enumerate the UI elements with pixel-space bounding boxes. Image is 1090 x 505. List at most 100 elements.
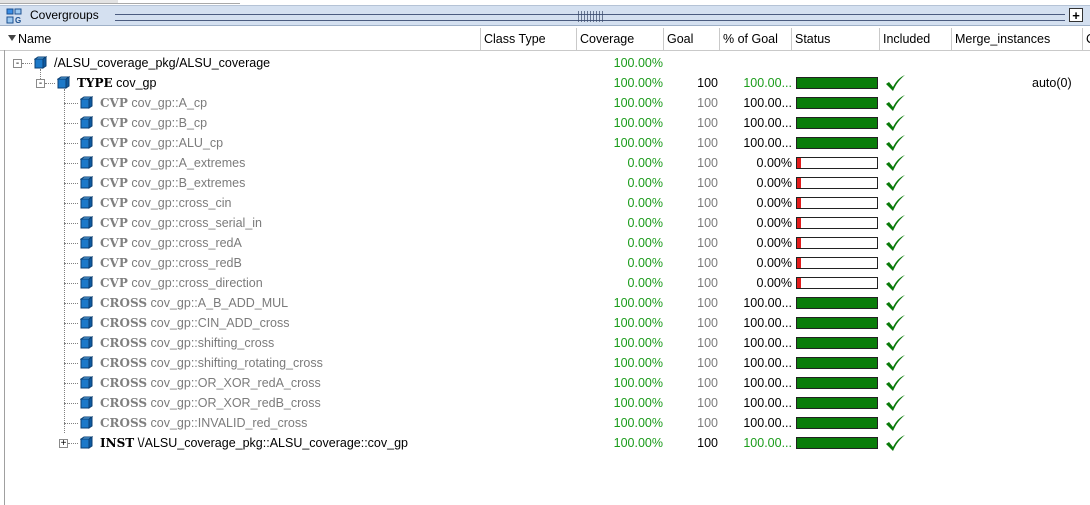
pct-of-goal-value: 100.00...: [743, 396, 792, 410]
tree-row-item[interactable]: CROSS cov_gp::shifting_cross 100.00% 100 10…: [0, 333, 1090, 353]
status-bar: [796, 137, 878, 149]
tree-row-item[interactable]: CVP cov_gp::cross_redB 0.00% 100 0.00%: [0, 253, 1090, 273]
status-bar: [796, 417, 878, 429]
tree-connector: [64, 183, 78, 185]
item-name: cov_gp::A_B_ADD_MUL: [150, 296, 289, 310]
coverage-item-icon: [33, 56, 48, 69]
status-bar-fill: [797, 198, 801, 208]
tree-connector: [64, 303, 78, 305]
coverage-value: 0.00%: [627, 236, 663, 250]
tree-row-item[interactable]: CVP cov_gp::B_cp 100.00% 100 100.00...: [0, 113, 1090, 133]
tree-row-item[interactable]: CVP cov_gp::cross_serial_in 0.00% 100 0.00%: [0, 213, 1090, 233]
column-header-coverage[interactable]: Coverage: [577, 28, 664, 50]
tree-connector: [64, 223, 78, 225]
status-bar: [796, 77, 878, 89]
tree-row-type[interactable]: - TYPE cov_gp 100.00% 100 100.00... auto(0): [0, 73, 1090, 93]
item-name: cov_gp::cross_redB: [131, 256, 242, 270]
item-name-cell: CVP cov_gp::cross_redA: [100, 233, 242, 253]
column-header-goal[interactable]: Goal: [664, 28, 720, 50]
pct-of-goal-value: 100.00...: [743, 136, 792, 150]
item-name: cov_gp::B_extremes: [131, 176, 246, 190]
tree-row-item[interactable]: CROSS cov_gp::OR_XOR_redA_cross 100.00% 10…: [0, 373, 1090, 393]
item-kind-label: CROSS: [100, 316, 148, 330]
column-header-pct-of-goal[interactable]: % of Goal: [720, 28, 792, 50]
goal-value: 100: [697, 156, 718, 170]
item-name-cell: CVP cov_gp::A_cp: [100, 93, 207, 113]
tree-row-item[interactable]: CVP cov_gp::B_extremes 0.00% 100 0.00%: [0, 173, 1090, 193]
expand-window-button[interactable]: +: [1069, 8, 1083, 22]
item-kind-label: CVP: [100, 196, 128, 210]
included-check-icon: [884, 414, 906, 432]
status-bar-fill: [797, 378, 877, 388]
status-bar: [796, 117, 878, 129]
status-bar-fill: [797, 118, 877, 128]
coverage-value: 100.00%: [613, 356, 663, 370]
collapse-root-button[interactable]: -: [13, 59, 22, 69]
tree-row-item[interactable]: CROSS cov_gp::A_B_ADD_MUL 100.00% 100 100.0…: [0, 293, 1090, 313]
coverage-item-icon: [79, 336, 94, 349]
coverage-item-icon: [79, 356, 94, 369]
item-name: cov_gp::OR_XOR_redB_cross: [150, 396, 321, 410]
included-check-icon: [884, 314, 906, 332]
coverage-item-icon: [79, 316, 94, 329]
item-kind-label: CROSS: [100, 296, 148, 310]
status-bar-fill: [797, 418, 877, 428]
coverage-value: 100.00%: [613, 436, 663, 450]
status-bar-fill: [797, 238, 801, 248]
item-name: cov_gp::INVALID_red_cross: [150, 416, 308, 430]
coverage-value: 0.00%: [627, 196, 663, 210]
tree-row-item[interactable]: CVP cov_gp::A_extremes 0.00% 100 0.00%: [0, 153, 1090, 173]
column-header-name[interactable]: Name: [0, 28, 481, 50]
coverage-item-icon: [79, 376, 94, 389]
tree-row-item[interactable]: CVP cov_gp::ALU_cp 100.00% 100 100.00...: [0, 133, 1090, 153]
status-bar-fill: [797, 78, 877, 88]
coverage-item-icon: [79, 276, 94, 289]
expand-inst-button[interactable]: +: [59, 439, 68, 449]
status-bar: [796, 297, 878, 309]
goal-value: 100: [697, 136, 718, 150]
tree-row-item[interactable]: CVP cov_gp::cross_cin 0.00% 100 0.00%: [0, 193, 1090, 213]
column-header-truncated[interactable]: C: [1083, 28, 1090, 50]
tree-row-root[interactable]: - /ALSU_coverage_pkg/ALSU_coverage 100.00%: [0, 53, 1090, 73]
column-header-status[interactable]: Status: [792, 28, 880, 50]
filter-arrow-icon[interactable]: [8, 35, 16, 41]
tab-stub-2[interactable]: [118, 0, 240, 4]
pct-of-goal-value: 100.00...: [743, 316, 792, 330]
status-bar: [796, 197, 878, 209]
column-header-merge-instances[interactable]: Merge_instances: [952, 28, 1083, 50]
titlebar-grip-handle[interactable]: [578, 11, 604, 22]
coverage-value: 100.00%: [613, 336, 663, 350]
status-bar-fill: [797, 338, 877, 348]
tree-row-item[interactable]: CROSS cov_gp::CIN_ADD_cross 100.00% 100 100…: [0, 313, 1090, 333]
included-check-icon: [884, 434, 906, 452]
coverage-item-icon: [79, 236, 94, 249]
tree-row-inst[interactable]: + INST \/ALSU_coverage_pkg::ALSU_coverage…: [0, 433, 1090, 453]
collapse-type-button[interactable]: -: [36, 79, 45, 89]
tree-row-item[interactable]: CROSS cov_gp::OR_XOR_redB_cross 100.00% 10…: [0, 393, 1090, 413]
item-name: cov_gp::A_cp: [131, 96, 208, 110]
tree-row-item[interactable]: CVP cov_gp::A_cp 100.00% 100 100.00...: [0, 93, 1090, 113]
status-bar: [796, 237, 878, 249]
pct-of-goal-value: 100.00...: [743, 96, 792, 110]
pct-of-goal-value: 100.00...: [743, 436, 792, 450]
included-check-icon: [884, 274, 906, 292]
tree-row-item[interactable]: CROSS cov_gp::INVALID_red_cross 100.00% 10…: [0, 413, 1090, 433]
coverage-value: 0.00%: [627, 216, 663, 230]
item-kind-label: CVP: [100, 276, 128, 290]
tree-row-item[interactable]: CROSS cov_gp::shifting_rotating_cross 100…: [0, 353, 1090, 373]
item-name: cov_gp::shifting_cross: [150, 336, 275, 350]
coverage-item-icon: [56, 76, 71, 89]
item-name: cov_gp::cross_cin: [131, 196, 232, 210]
tree-connector: [64, 363, 78, 365]
tree-row-item[interactable]: CVP cov_gp::cross_direction 0.00% 100 0.00%: [0, 273, 1090, 293]
item-name: cov_gp::OR_XOR_redA_cross: [150, 376, 321, 390]
column-header-class-type[interactable]: Class Type: [481, 28, 577, 50]
tree-row-item[interactable]: CVP cov_gp::cross_redA 0.00% 100 0.00%: [0, 233, 1090, 253]
goal-value: 100: [697, 76, 718, 90]
tab-stub[interactable]: [0, 0, 118, 4]
item-name-cell: CVP cov_gp::cross_serial_in: [100, 213, 262, 233]
column-header-included[interactable]: Included: [880, 28, 952, 50]
goal-value: 100: [697, 416, 718, 430]
pct-of-goal-value: 100.00...: [743, 296, 792, 310]
coverage-value: 0.00%: [627, 176, 663, 190]
